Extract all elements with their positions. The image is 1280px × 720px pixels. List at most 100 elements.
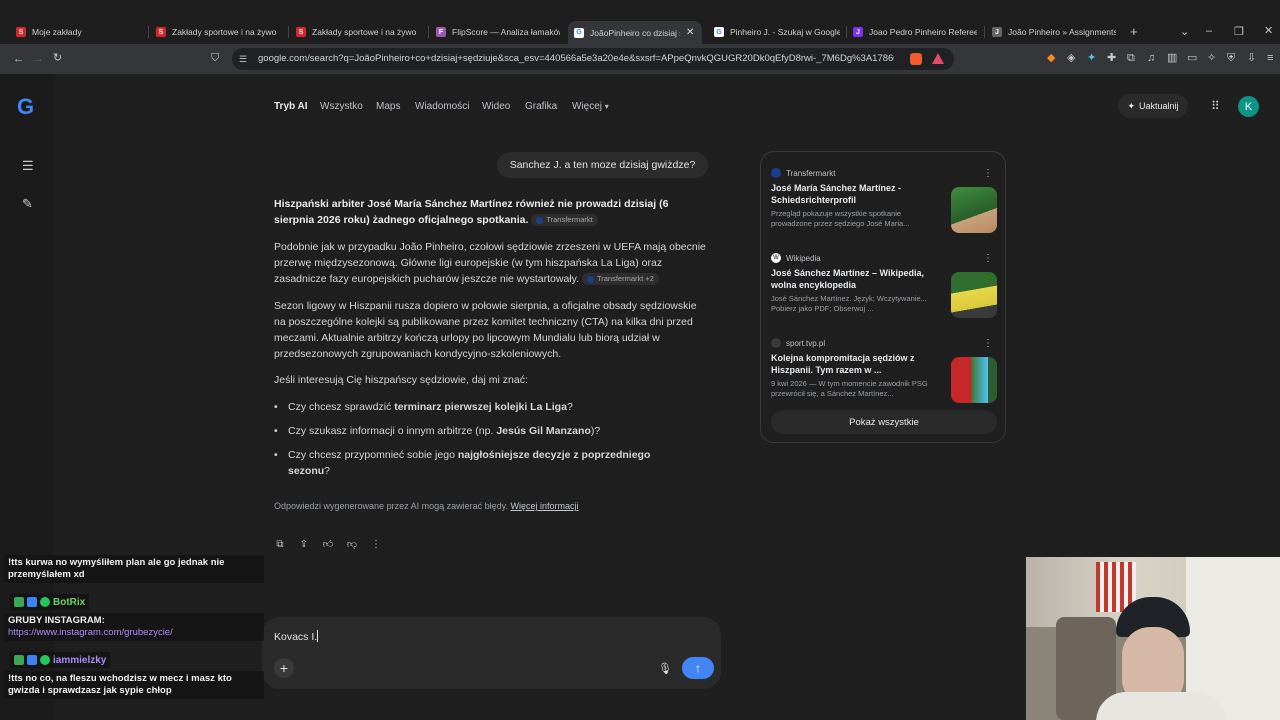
more-options-icon[interactable]: ⋮ (370, 538, 382, 550)
bookmark-icon[interactable]: ⛉ (211, 52, 219, 64)
source-title[interactable]: Kolejna kompromitacja sędziów z Hiszpani… (771, 352, 943, 376)
tab-label: JoãoPinheiro co dzisiaj sę (590, 27, 680, 38)
minimize-icon[interactable]: – (1206, 25, 1212, 37)
share-icon[interactable]: ⇪ (298, 538, 310, 550)
chat-message: GRUBY INSTAGRAM: https://www.instagram.c… (4, 613, 264, 641)
chat-username-text: BotRix (53, 596, 86, 608)
disclaimer-text: Odpowiedzi wygenerowane przez AI mogą za… (274, 501, 508, 511)
tab-maps[interactable]: Maps (376, 101, 400, 112)
reload-icon[interactable]: ↻ (53, 52, 62, 64)
tab-8[interactable]: J João Pinheiro » Assignments (992, 23, 1116, 41)
history-icon[interactable]: ☰ (22, 159, 34, 172)
list-item: Czy chcesz przypomnieć sobie jego najgło… (274, 447, 694, 479)
brave-rewards-icon[interactable] (932, 53, 944, 64)
tab-images[interactable]: Grafika (525, 101, 557, 112)
tab-4[interactable]: F FlipScore — Analiza łamaków (436, 23, 560, 41)
music-icon[interactable]: ♫ (1147, 52, 1155, 64)
source-card[interactable]: Transfermarkt ⋮ José María Sánchez Martí… (771, 168, 997, 238)
tab-label: João Pinheiro » Assignments (1008, 27, 1116, 37)
tab-video[interactable]: Wideo (482, 101, 510, 112)
list-text: ? (566, 401, 573, 413)
brave-shield-icon[interactable] (910, 53, 922, 65)
translate-icon[interactable]: ✦ (1087, 52, 1096, 64)
extension-icon[interactable]: ◈ (1067, 52, 1075, 64)
more-options-icon[interactable]: ⋮ (983, 253, 993, 264)
url-text[interactable]: google.com/search?q=JoãoPinheiro+co+dzis… (258, 53, 894, 64)
source-title[interactable]: José María Sánchez Martínez - Schiedsric… (771, 182, 943, 206)
download-icon[interactable]: ⇩ (1247, 52, 1256, 64)
tab-active[interactable]: G JoãoPinheiro co dzisiaj sę ✕ (568, 21, 702, 44)
source-title[interactable]: José Sánchez Martínez – Wikipedia, wolna… (771, 267, 943, 291)
list-item: Czy chcesz sprawdzić terminarz pierwszej… (274, 399, 708, 415)
address-bar[interactable]: ☰ google.com/search?q=JoãoPinheiro+co+dz… (232, 48, 954, 70)
text-cursor (317, 630, 318, 642)
leo-icon[interactable]: ✧ (1207, 52, 1216, 64)
new-tab-icon[interactable]: + (1130, 25, 1138, 38)
tab-7[interactable]: J Joao Pedro Pinheiro Referee S (853, 23, 977, 41)
chip-label: Transfermarkt +2 (596, 274, 654, 284)
badge-icon (27, 655, 37, 665)
site-info-icon[interactable]: ☰ (239, 53, 247, 65)
tab-ai-mode[interactable]: Tryb AI (274, 101, 308, 112)
prompt-input[interactable]: Kovacs I. (274, 631, 317, 643)
add-attachment-button[interactable]: + (274, 658, 294, 678)
tvp-sport-icon (771, 338, 781, 348)
sidebar-icon[interactable]: ▥ (1167, 52, 1177, 64)
extension-icon[interactable]: ✚ (1107, 52, 1116, 64)
tab-more[interactable]: Więcej ▾ (572, 101, 609, 112)
extension-icon[interactable]: ◆ (1047, 52, 1055, 64)
forward-icon[interactable]: → (33, 53, 44, 65)
learn-more-link[interactable]: Więcej informacji (510, 501, 578, 511)
ai-disclaimer: Odpowiedzi wygenerowane przez AI mogą za… (274, 501, 579, 511)
microphone-icon[interactable]: 🎙︎ (658, 662, 672, 675)
source-site: W Wikipedia (771, 253, 997, 263)
copy-icon[interactable]: ⧉ (274, 538, 286, 550)
tab-label: Pinheiro J. - Szukaj w Google (730, 27, 840, 37)
tab-news[interactable]: Wiadomości (415, 101, 469, 112)
tab-1[interactable]: S Moje zakłady (16, 23, 136, 41)
avatar[interactable]: K (1238, 96, 1259, 117)
user-question: Sanchez J. a ten moze dzisiaj gwiżdze? (497, 152, 708, 178)
tab-2[interactable]: S Zakłady sportowe i na żywo (156, 23, 284, 41)
source-chip[interactable]: Transfermarkt +2 (581, 273, 659, 286)
back-icon[interactable]: ← (13, 53, 24, 65)
source-site: sport.tvp.pl (771, 338, 997, 348)
new-chat-icon[interactable]: ✎ (22, 197, 33, 210)
caret-down-icon: ▾ (604, 102, 609, 111)
send-button[interactable]: ↑ (682, 657, 714, 679)
shirt (1096, 692, 1226, 720)
chat-link[interactable]: https://www.instagram.com/grubezycie/ (8, 627, 260, 639)
menu-icon[interactable]: ≡ (1267, 52, 1273, 64)
source-site-name: Transfermarkt (786, 168, 836, 178)
close-window-icon[interactable]: ✕ (1264, 25, 1273, 37)
source-chip[interactable]: Transfermarkt (531, 214, 598, 227)
close-tab-icon[interactable]: ✕ (686, 27, 694, 38)
answer-paragraph-3: Sezon ligowy w Hiszpanii rusza dopiero w… (274, 300, 697, 360)
source-card[interactable]: sport.tvp.pl ⋮ Kolejna kompromitacja sęd… (771, 338, 997, 408)
list-text: Czy chcesz przypomnieć sobie jego (288, 449, 458, 461)
maximize-icon[interactable]: ❐ (1234, 26, 1244, 38)
sources-panel: Transfermarkt ⋮ José María Sánchez Martí… (760, 151, 1006, 443)
site-icon: J (992, 27, 1002, 37)
source-card[interactable]: W Wikipedia ⋮ José Sánchez Martínez – Wik… (771, 253, 997, 323)
source-site: Transfermarkt (771, 168, 997, 178)
thumbs-up-icon[interactable]: 👍︎ (322, 538, 334, 550)
tab-all[interactable]: Wszystko (320, 101, 363, 112)
apps-grid-icon[interactable]: ⠿ (1211, 100, 1220, 112)
show-all-button[interactable]: Pokaż wszystkie (771, 410, 997, 434)
source-description: Przegląd pokazuje wszystkie spotkanie pr… (771, 209, 910, 228)
more-options-icon[interactable]: ⋮ (983, 338, 993, 349)
tab-6[interactable]: G Pinheiro J. - Szukaj w Google (714, 23, 840, 41)
list-text: Czy chcesz sprawdzić (288, 401, 395, 413)
thumbs-down-icon[interactable]: 👎︎ (346, 538, 358, 550)
list-bold: Jesús Gil Manzano (496, 425, 591, 437)
puzzle-icon[interactable]: ⧉ (1127, 52, 1135, 64)
vpn-icon[interactable]: ⛨ (1227, 52, 1235, 64)
tab-3[interactable]: S Zakłady sportowe i na żywo (296, 23, 422, 41)
list-item: Czy szukasz informacji o innym arbitrze … (274, 423, 708, 439)
more-options-icon[interactable]: ⋮ (983, 168, 993, 179)
upgrade-button[interactable]: ✦ Uaktualnij (1118, 94, 1188, 118)
tab-search-icon[interactable]: ⌄ (1180, 26, 1189, 38)
wallet-icon[interactable]: ▭ (1187, 52, 1197, 64)
google-logo[interactable]: G (17, 94, 34, 120)
